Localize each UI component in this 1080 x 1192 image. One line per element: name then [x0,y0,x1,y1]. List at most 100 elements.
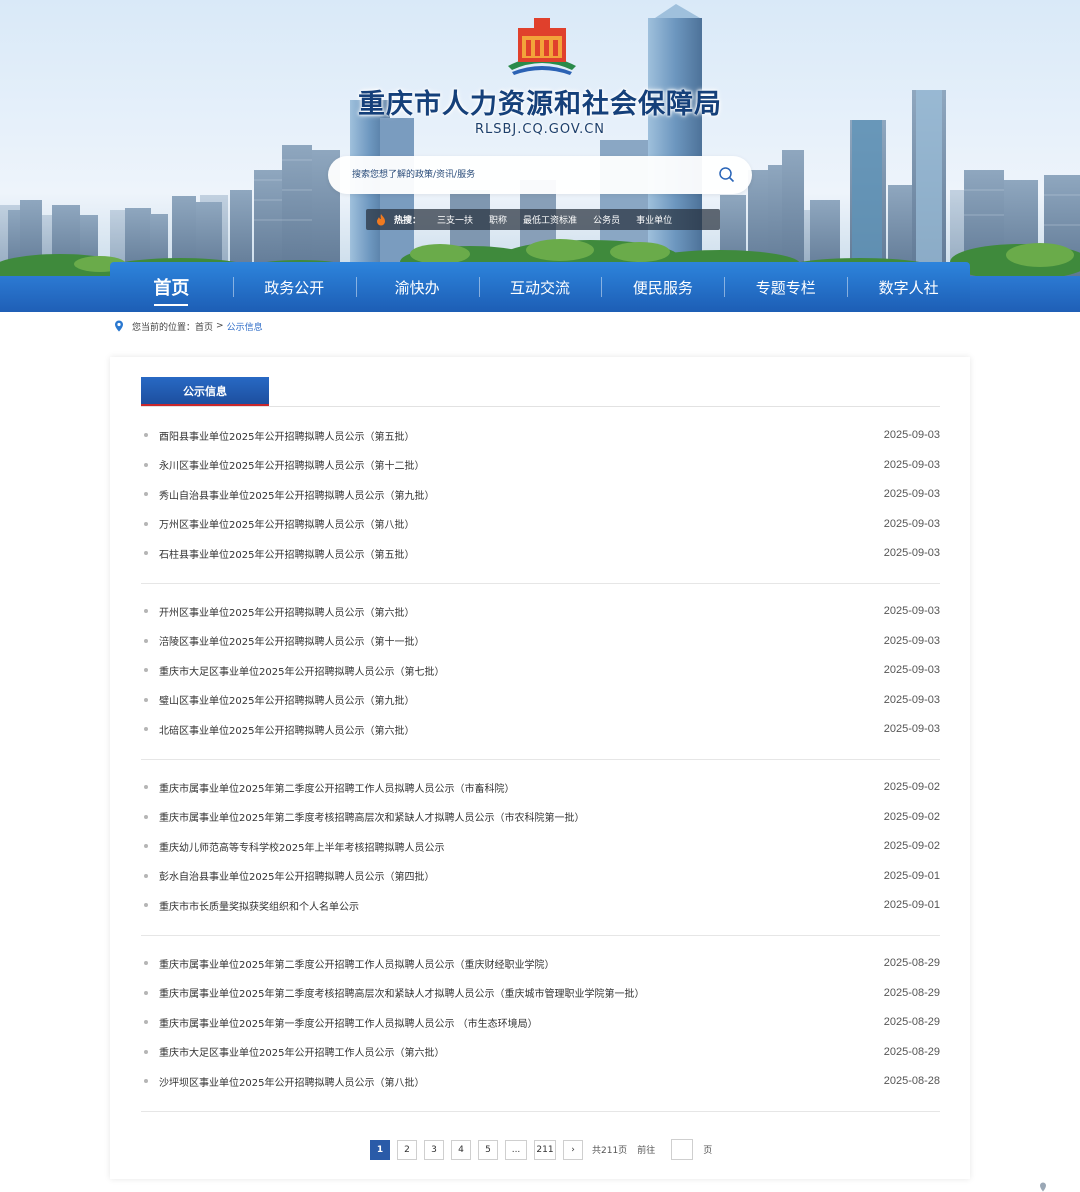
nav-item-digital[interactable]: 数字人社 [847,262,970,312]
notice-date: 2025-09-03 [883,634,940,647]
notice-row[interactable]: 秀山自治县事业单位2025年公开招聘拟聘人员公示（第九批） 2025-09-03 [141,486,940,502]
page-button[interactable]: 5 [478,1139,498,1160]
nav-item-yukuaiban[interactable]: 渝快办 [355,262,479,312]
notice-title[interactable]: 酉阳县事业单位2025年公开招聘拟聘人员公示（第五批） [159,428,414,443]
notice-title[interactable]: 璧山区事业单位2025年公开招聘拟聘人员公示（第九批） [159,692,414,707]
section-tab[interactable]: 公示信息 [141,377,269,406]
notice-title[interactable]: 重庆市大足区事业单位2025年公开招聘拟聘人员公示（第七批） [159,663,444,678]
notice-row[interactable]: 石柱县事业单位2025年公开招聘拟聘人员公示（第五批） 2025-09-03 [141,545,940,561]
notice-title[interactable]: 重庆幼儿师范高等专科学校2025年上半年考核招聘拟聘人员公示 [159,839,444,854]
notice-row[interactable]: 开州区事业单位2025年公开招聘拟聘人员公示（第六批） 2025-09-03 [141,603,940,619]
notice-title[interactable]: 重庆市大足区事业单位2025年公开招聘工作人员公示（第六批） [159,1044,444,1059]
notice-date: 2025-09-02 [883,781,940,793]
goto-page-input[interactable] [671,1139,694,1160]
page-ellipsis[interactable]: ... [505,1139,527,1160]
emblem-logo-icon [508,18,576,75]
notice-row[interactable]: 重庆市属事业单位2025年第二季度公开招聘工作人员拟聘人员公示（重庆财经职业学院… [141,955,940,971]
notice-row[interactable]: 酉阳县事业单位2025年公开招聘拟聘人员公示（第五批） 2025-09-03 [141,427,940,443]
breadcrumb-current: 公示信息 [226,322,263,333]
bullet-icon [144,492,148,496]
notice-date: 2025-09-03 [883,693,940,706]
page-button[interactable]: 1 [370,1139,390,1160]
bullet-icon [144,785,148,789]
breadcrumb-separator: > [216,321,224,331]
notice-row[interactable]: 重庆市属事业单位2025年第二季度公开招聘工作人员拟聘人员公示（市畜科院） 202… [141,779,940,795]
notice-row[interactable]: 涪陵区事业单位2025年公开招聘拟聘人员公示（第十一批） 2025-09-03 [141,633,940,649]
page-button-last[interactable]: 211 [534,1139,556,1160]
notice-row[interactable]: 重庆市大足区事业单位2025年公开招聘拟聘人员公示（第七批） 2025-09-03 [141,662,940,678]
notice-date: 2025-09-02 [883,840,940,852]
nav-item-interaction[interactable]: 互动交流 [478,262,602,312]
notice-title[interactable]: 彭水自治县事业单位2025年公开招聘拟聘人员公示（第四批） [159,868,434,883]
notice-title[interactable]: 重庆市属事业单位2025年第二季度公开招聘工作人员拟聘人员公示（市畜科院） [159,780,514,795]
notice-title[interactable]: 重庆市属事业单位2025年第二季度考核招聘高层次和紧缺人才拟聘人员公示（市农科院… [159,809,584,824]
hot-link-public-institution[interactable]: 事业单位 [628,213,680,226]
notice-row[interactable]: 重庆市大足区事业单位2025年公开招聘工作人员公示（第六批） 2025-08-29 [141,1044,940,1060]
page-button[interactable]: 2 [397,1139,417,1160]
hot-link-zhicheng[interactable]: 职称 [481,213,515,226]
bullet-icon [144,433,148,437]
nav-item-services[interactable]: 便民服务 [601,262,724,312]
flame-icon [377,213,385,225]
notice-row[interactable]: 重庆市市长质量奖拟获奖组织和个人名单公示 2025-09-01 [141,897,940,913]
notice-date: 2025-08-29 [883,957,940,969]
notice-title[interactable]: 沙坪坝区事业单位2025年公开招聘拟聘人员公示（第八批） [159,1074,424,1089]
nav-item-topics[interactable]: 专题专栏 [724,262,847,312]
search-icon[interactable] [718,166,736,184]
notice-title[interactable]: 北碚区事业单位2025年公开招聘拟聘人员公示（第六批） [159,722,414,737]
notice-date: 2025-09-03 [883,723,940,735]
bullet-icon [144,727,148,731]
notice-row[interactable]: 重庆市属事业单位2025年第二季度考核招聘高层次和紧缺人才拟聘人员公示（市农科院… [141,809,940,825]
nav-item-label: 渝快办 [394,278,440,297]
search-input[interactable] [352,165,692,185]
bullet-icon [144,551,148,555]
page-suffix: 页 [703,1146,713,1156]
nav-item-government-affairs[interactable]: 政务公开 [232,262,356,312]
bullet-icon [144,462,148,467]
notice-title[interactable]: 秀山自治县事业单位2025年公开招聘拟聘人员公示（第九批） [159,487,434,502]
notice-row[interactable]: 重庆市属事业单位2025年第一季度公开招聘工作人员拟聘人员公示 （市生态环境局）… [141,1014,940,1030]
notice-row[interactable]: 北碚区事业单位2025年公开招聘拟聘人员公示（第六批） 2025-09-03 [141,721,940,737]
notice-date: 2025-09-01 [883,869,940,882]
header-banner: 重庆市人力资源和社会保障局 RLSBJ.CQ.GOV.CN 热搜： 三支一扶 职… [0,0,1080,276]
hot-link-min-wage[interactable]: 最低工资标准 [515,213,585,226]
page-button[interactable]: 4 [451,1139,471,1160]
page-button[interactable]: 3 [424,1139,444,1160]
notice-date: 2025-09-03 [883,605,940,617]
bullet-icon [144,609,148,613]
notice-row[interactable]: 璧山区事业单位2025年公开招聘拟聘人员公示（第九批） 2025-09-03 [141,692,940,708]
notice-title[interactable]: 永川区事业单位2025年公开招聘拟聘人员公示（第十二批） [159,457,424,472]
notice-date: 2025-09-03 [883,664,940,676]
notice-row[interactable]: 永川区事业单位2025年公开招聘拟聘人员公示（第十二批） 2025-09-03 [141,457,940,473]
breadcrumb-home[interactable]: 首页 [195,320,213,333]
notice-date: 2025-09-02 [883,810,940,823]
notice-row[interactable]: 重庆市属事业单位2025年第二季度考核招聘高层次和紧缺人才拟聘人员公示（重庆城市… [141,985,940,1001]
next-page-button[interactable]: › [563,1139,583,1160]
notice-row[interactable]: 沙坪坝区事业单位2025年公开招聘拟聘人员公示（第八批） 2025-08-28 [141,1073,940,1089]
notice-row[interactable]: 万州区事业单位2025年公开招聘拟聘人员公示（第八批） 2025-09-03 [141,516,940,532]
hot-link-sanzhiyifu[interactable]: 三支一扶 [429,213,481,226]
notice-title[interactable]: 重庆市属事业单位2025年第二季度公开招聘工作人员拟聘人员公示（重庆财经职业学院… [159,956,554,971]
notice-title[interactable]: 重庆市属事业单位2025年第二季度考核招聘高层次和紧缺人才拟聘人员公示（重庆城市… [159,985,644,1000]
notice-row[interactable]: 彭水自治县事业单位2025年公开招聘拟聘人员公示（第四批） 2025-09-01 [141,868,940,884]
nav-item-label: 首页 [153,278,190,299]
location-pin-icon [115,320,123,332]
notice-title[interactable]: 石柱县事业单位2025年公开招聘拟聘人员公示（第五批） [159,546,414,561]
notice-title[interactable]: 万州区事业单位2025年公开招聘拟聘人员公示（第八批） [159,516,414,531]
notice-date: 2025-09-03 [883,429,940,441]
bullet-icon [144,961,148,965]
nav-item-label: 专题专栏 [755,278,816,297]
site-domain: RLSBJ.CQ.GOV.CN [474,122,606,137]
bullet-icon [144,638,148,643]
notice-title[interactable]: 开州区事业单位2025年公开招聘拟聘人员公示（第六批） [159,604,414,619]
notice-row[interactable]: 重庆幼儿师范高等专科学校2025年上半年考核招聘拟聘人员公示 2025-09-02 [141,838,940,854]
notice-date: 2025-09-01 [883,899,940,911]
hot-link-civil-servant[interactable]: 公务员 [585,213,628,226]
notice-title[interactable]: 涪陵区事业单位2025年公开招聘拟聘人员公示（第十一批） [159,633,424,648]
notice-title[interactable]: 重庆市属事业单位2025年第一季度公开招聘工作人员拟聘人员公示 （市生态环境局） [159,1015,538,1030]
nav-item-home[interactable]: 首页 [110,262,233,312]
bullet-icon [144,1049,148,1054]
bullet-icon [144,990,148,995]
notice-title[interactable]: 重庆市市长质量奖拟获奖组织和个人名单公示 [159,898,359,913]
notice-date: 2025-08-29 [883,1016,940,1028]
